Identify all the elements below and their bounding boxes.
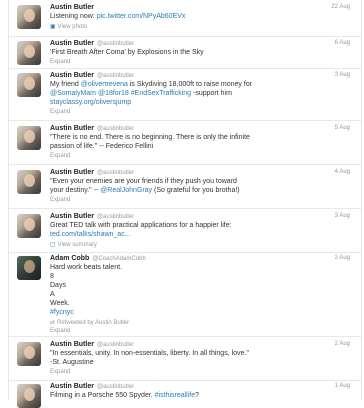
mention-link[interactable]: @SomalyMam: [50, 90, 96, 97]
photo-icon: ▣: [50, 24, 56, 30]
tweet-text: -support him: [191, 90, 232, 97]
tweet-text: "Even your enemies are your friends if t…: [50, 178, 237, 185]
avatar[interactable]: [17, 170, 41, 194]
tweet-item[interactable]: Austin Butler @austinbutler 2 Aug "In ess…: [9, 336, 361, 381]
tweet-handle[interactable]: @austinbutler: [97, 41, 134, 47]
tweet-text: Week.: [50, 300, 70, 307]
tweet-handle[interactable]: @austinbutler: [97, 342, 134, 348]
view-summary-action[interactable]: ▢ View summary: [50, 241, 97, 248]
tweet-date[interactable]: 4 Aug: [335, 169, 350, 175]
tweet-text: passion of life." -- Federico Fellini: [50, 143, 154, 150]
tweet-text: ?: [195, 392, 200, 399]
tweet-author-name[interactable]: Austin Butler @austinbutler: [50, 40, 134, 47]
tweet-author-name[interactable]: Austin Butler @austinbutler: [50, 125, 134, 132]
view-photo-label: View photo: [57, 24, 88, 30]
tweet-text: Listening now:: [50, 13, 97, 20]
tweet-text: your destiny." --: [50, 187, 101, 194]
tweet-link[interactable]: pic.twitter.com/NPyAb60EVx: [97, 13, 186, 20]
hashtag-link[interactable]: #EndSexTrafficking: [129, 90, 191, 97]
tweet-item[interactable]: Austin Butler @austinbutler 3 Aug Great T…: [9, 208, 361, 253]
avatar[interactable]: [17, 5, 41, 29]
url-link[interactable]: ted.com/talks/shawn_ac...: [50, 231, 131, 238]
tweet-author-name[interactable]: Adam Cobb @CoachAdamCobb: [50, 255, 146, 262]
tweet-item[interactable]: Austin Butler @austinbutler 3 Aug My frie…: [9, 68, 361, 121]
tweet-text: "In essentials, unity. In non-essentials…: [50, 350, 249, 357]
tweet-handle[interactable]: @austinbutler: [97, 170, 134, 176]
expand-link[interactable]: Expand: [50, 59, 70, 65]
tweet-item[interactable]: Austin Butler @austinbutler 1 Aug Filming…: [9, 380, 361, 408]
view-photo-action[interactable]: ▣ View photo: [50, 23, 87, 30]
tweet-date[interactable]: 2 Aug: [335, 341, 350, 347]
tweet-text: 'First Breath After Coma' by Explosions …: [50, 49, 204, 56]
tweet-text: Hard work beats talent.: [50, 264, 122, 271]
tweet-text: Great TED talk with practical applicatio…: [50, 222, 232, 229]
avatar[interactable]: [17, 342, 41, 366]
tweet-date[interactable]: 1 Aug: [335, 383, 350, 389]
tweet-author-name[interactable]: Austin Butler @austinbutler: [50, 383, 134, 390]
tweet-date[interactable]: 6 Aug: [335, 40, 350, 46]
author-name-text: Austin Butler: [50, 72, 94, 79]
tweet-text: Filming in a Porsche 550 Spyder.: [50, 392, 155, 399]
author-name-text: Austin Butler: [50, 383, 94, 390]
tweet-handle[interactable]: @austinbutler: [97, 126, 134, 132]
tweet-date[interactable]: 22 Aug: [331, 4, 350, 10]
tweet-text: is Skydiving 18,000ft to raise money for: [127, 81, 253, 88]
tweet-handle[interactable]: @austinbutler: [97, 214, 134, 220]
retweet-icon: ⇄: [50, 320, 56, 326]
summary-icon: ▢: [50, 242, 56, 248]
url-link[interactable]: stayclassy.org/oliversjump: [50, 99, 131, 106]
tweet-author-name[interactable]: Austin Butler: [50, 4, 94, 11]
author-name-text: Adam Cobb: [50, 255, 90, 262]
author-name-text: Austin Butler: [50, 40, 94, 47]
retweeted-by[interactable]: ⇄ Retweeted by Austin Butler: [50, 319, 129, 326]
tweet-text: A: [50, 291, 55, 298]
expand-link[interactable]: Expand: [50, 109, 70, 115]
tweet-date[interactable]: 3 Aug: [335, 213, 350, 219]
tweet-handle[interactable]: @CoachAdamCobb: [92, 256, 145, 262]
expand-link[interactable]: Expand: [50, 328, 70, 334]
author-name-text: Austin Butler: [50, 341, 94, 348]
retweeted-by-label: Retweeted by Austin Butler: [57, 320, 130, 326]
avatar[interactable]: [17, 41, 41, 65]
mention-link[interactable]: @olivertrevena: [81, 81, 128, 88]
author-name-text: Austin Butler: [50, 125, 94, 132]
tweet-text: Days: [50, 282, 66, 289]
tweet-item[interactable]: Austin Butler @austinbutler 6 Aug 'First …: [9, 36, 361, 69]
tweet-text: (So grateful for you brotha!): [152, 187, 240, 194]
expand-link[interactable]: Expand: [50, 153, 70, 159]
tweet-author-name[interactable]: Austin Butler @austinbutler: [50, 72, 134, 79]
tweet-item[interactable]: Adam Cobb @CoachAdamCobb 2 Aug Hard work …: [9, 252, 361, 337]
tweet-stream: Austin Butler 22 Aug Listening now: pic.…: [8, 0, 362, 408]
hashtag-link[interactable]: #isthisreallife: [155, 392, 195, 399]
view-summary-label: View summary: [57, 242, 97, 248]
tweet-date[interactable]: 3 Aug: [335, 72, 350, 78]
tweet-author-name[interactable]: Austin Butler @austinbutler: [50, 341, 134, 348]
tweet-text: -St. Augustine: [50, 359, 94, 366]
tweet-text: "There is no end. There is no beginning.…: [50, 134, 250, 141]
hashtag-link[interactable]: #fycnyc: [50, 309, 74, 316]
avatar[interactable]: [17, 384, 41, 408]
avatar[interactable]: [17, 256, 41, 280]
mention-link[interactable]: @RealJohnGray: [100, 187, 152, 194]
avatar[interactable]: [17, 73, 41, 97]
tweet-author-name[interactable]: Austin Butler @austinbutler: [50, 213, 134, 220]
tweet-date[interactable]: 5 Aug: [335, 125, 350, 131]
tweet-item[interactable]: Austin Butler @austinbutler 5 Aug "There …: [9, 120, 361, 165]
tweet-handle[interactable]: @austinbutler: [97, 384, 134, 390]
avatar[interactable]: [17, 126, 41, 150]
tweet-date[interactable]: 2 Aug: [335, 255, 350, 261]
author-name-text: Austin Butler: [50, 213, 94, 220]
author-name-text: Austin Butler: [50, 169, 94, 176]
expand-link[interactable]: Expand: [50, 197, 70, 203]
tweet-handle[interactable]: @austinbutler: [97, 73, 134, 79]
tweet-item[interactable]: Austin Butler 22 Aug Listening now: pic.…: [9, 0, 361, 37]
tweet-author-name[interactable]: Austin Butler @austinbutler: [50, 169, 134, 176]
mention-link[interactable]: @18for18: [96, 90, 129, 97]
tweet-text: 8: [50, 273, 54, 280]
tweet-item[interactable]: Austin Butler @austinbutler 4 Aug "Even y…: [9, 164, 361, 209]
tweet-text: My friend: [50, 81, 81, 88]
expand-link[interactable]: Expand: [50, 369, 70, 375]
avatar[interactable]: [17, 214, 41, 238]
